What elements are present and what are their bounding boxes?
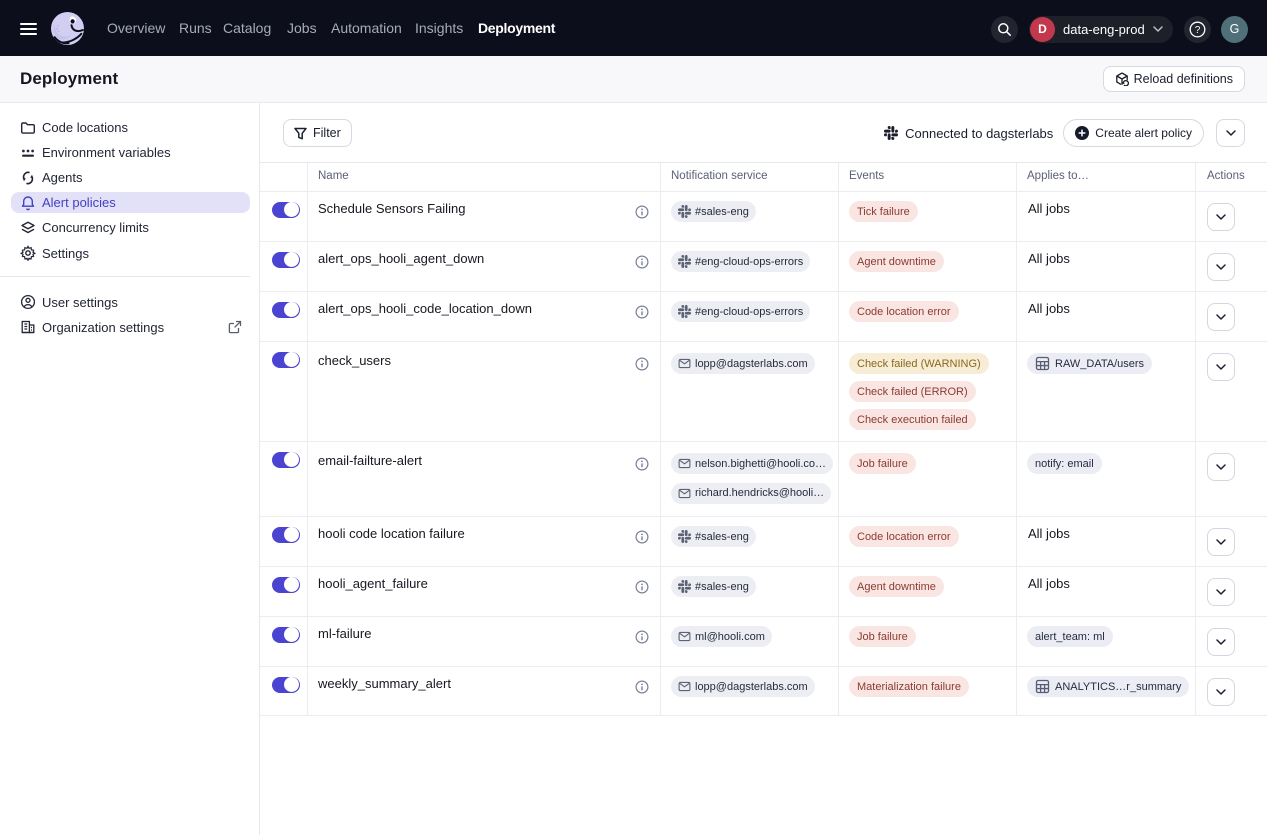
- svg-text:?: ?: [1194, 25, 1200, 36]
